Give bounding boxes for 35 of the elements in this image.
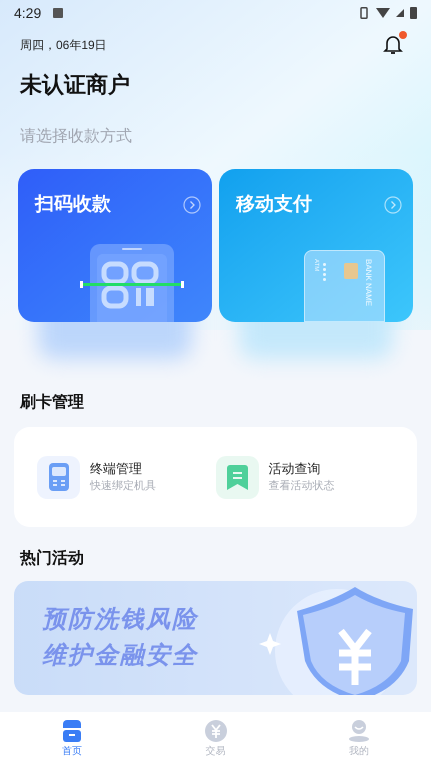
signal-icon (396, 9, 404, 17)
management-item[interactable]: 终端管理 快速绑定机具 (37, 456, 216, 498)
shop-icon (60, 720, 83, 742)
banner-slogan: 维护金融安全 (42, 641, 200, 671)
chip-icon (344, 263, 358, 279)
card-title: 移动支付 (236, 193, 312, 217)
chevron-circle-icon (183, 196, 201, 214)
terminal-icon (37, 456, 80, 498)
status-time: 4:29 (14, 4, 42, 22)
activity-banner[interactable]: 预防洗钱风险 维护金融安全 (14, 581, 417, 695)
vibrate-icon (358, 7, 370, 19)
tab-item[interactable]: 交易 (144, 720, 288, 758)
section-title: 热门活动 (18, 548, 85, 569)
item-subtitle: 查看活动状态 (268, 478, 334, 494)
merchant-title: 未认证商户 (18, 71, 131, 99)
user-icon (348, 720, 370, 742)
item-title: 终端管理 (90, 460, 143, 478)
tab-item[interactable]: 我的 (287, 720, 431, 758)
payment-card[interactable]: 扫码收款 (18, 169, 212, 322)
phone-scan-icon (80, 244, 184, 322)
yuan-coin-icon (204, 720, 226, 742)
payment-prompt: 请选择收款方式 (19, 126, 133, 147)
item-subtitle: 快速绑定机具 (90, 478, 156, 494)
notification-bell-icon[interactable] (383, 34, 405, 56)
card-title: 扫码收款 (35, 193, 111, 217)
wifi-icon (376, 8, 390, 18)
date-text: 周四，06年19日 (20, 37, 107, 54)
banner-slogan: 预防洗钱风险 (42, 605, 200, 635)
chevron-circle-icon (384, 196, 402, 214)
tab-item[interactable]: 首页 (0, 720, 144, 758)
card-label: BANK NAME (364, 259, 372, 306)
item-title: 活动查询 (268, 460, 322, 478)
management-item[interactable]: 活动查询 查看活动状态 (216, 456, 394, 498)
bookmark-icon (216, 456, 258, 498)
section-title: 刷卡管理 (18, 392, 85, 413)
